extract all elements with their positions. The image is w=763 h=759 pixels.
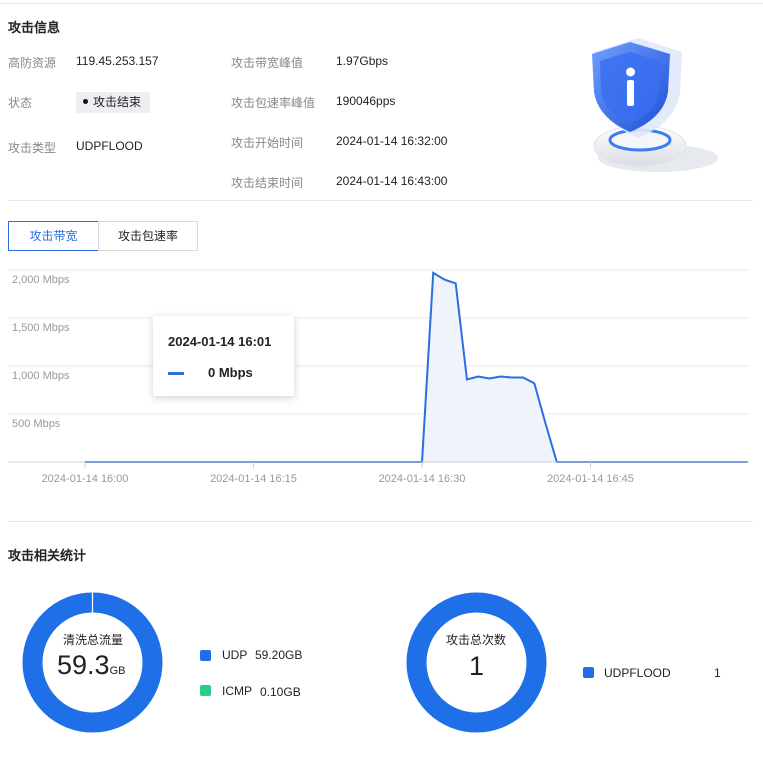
peak-bandwidth-value: 1.97Gbps bbox=[336, 54, 389, 68]
status-text: 攻击结束 bbox=[93, 95, 142, 109]
status-dot-icon bbox=[83, 99, 88, 105]
peak-bandwidth-label: 攻击带宽峰值 bbox=[231, 56, 304, 70]
stats-title: 攻击相关统计 bbox=[8, 548, 87, 563]
x-tick-label: 2024-01-14 16:00 bbox=[42, 473, 129, 485]
status-badge: 攻击结束 bbox=[76, 92, 150, 113]
attack-type-value: UDPFLOOD bbox=[76, 139, 143, 153]
count-donut-label: 攻击总次数 bbox=[445, 633, 506, 647]
attack-info-title: 攻击信息 bbox=[8, 20, 61, 35]
chart-tabs: 攻击带宽 攻击包速率 bbox=[8, 221, 198, 251]
chart-tooltip: 2024-01-14 16:01 0 Mbps bbox=[153, 316, 294, 396]
top-border bbox=[0, 3, 763, 4]
legend-udp-swatch bbox=[200, 650, 211, 661]
legend-icmp-value: 0.10GB bbox=[260, 685, 301, 699]
start-time-label: 攻击开始时间 bbox=[231, 136, 304, 150]
traffic-total-unit: GB bbox=[109, 665, 126, 677]
legend-udp-value: 59.20GB bbox=[255, 648, 303, 662]
y-tick-label: 2,000 Mbps bbox=[12, 274, 70, 286]
tooltip-value: 0 Mbps bbox=[208, 365, 253, 380]
start-time-value: 2024-01-14 16:32:00 bbox=[336, 134, 448, 148]
legend-udpflood-value: 1 bbox=[714, 666, 721, 680]
section-divider-2 bbox=[8, 521, 753, 522]
legend-icmp-swatch bbox=[200, 685, 211, 696]
end-time-value: 2024-01-14 16:43:00 bbox=[336, 174, 448, 188]
legend-udpflood-swatch bbox=[583, 667, 594, 678]
tooltip-time: 2024-01-14 16:01 bbox=[168, 334, 272, 349]
bandwidth-chart: 2,000 Mbps 1,500 Mbps 1,000 Mbps 500 Mbps 20… bbox=[8, 269, 749, 485]
x-tick-label: 2024-01-14 16:30 bbox=[379, 473, 466, 485]
traffic-donut-label: 清洗总流量 bbox=[62, 633, 123, 647]
resource-label: 高防资源 bbox=[8, 56, 57, 70]
tab-attack-bandwidth[interactable]: 攻击带宽 bbox=[8, 221, 99, 251]
x-tick-label: 2024-01-14 16:45 bbox=[547, 473, 634, 485]
count-total-value: 1 bbox=[469, 651, 485, 681]
legend-udp-name: UDP bbox=[222, 648, 248, 662]
section-divider bbox=[8, 200, 753, 201]
tooltip-series-marker bbox=[168, 372, 184, 375]
legend-icmp-name: ICMP bbox=[222, 684, 252, 698]
legend-udpflood-name: UDPFLOOD bbox=[604, 666, 671, 680]
peak-pps-label: 攻击包速率峰值 bbox=[231, 96, 316, 110]
status-label: 状态 bbox=[8, 96, 33, 110]
x-tick-label: 2024-01-14 16:15 bbox=[210, 473, 297, 485]
resource-value: 119.45.253.157 bbox=[76, 54, 159, 68]
traffic-total-number: 59.3 bbox=[57, 650, 110, 680]
shield-illustration-icon bbox=[592, 38, 718, 172]
y-tick-label: 1,000 Mbps bbox=[12, 370, 70, 382]
end-time-label: 攻击结束时间 bbox=[231, 176, 304, 190]
y-tick-label: 1,500 Mbps bbox=[12, 322, 70, 334]
peak-pps-value: 190046pps bbox=[336, 94, 396, 108]
tab-attack-pps[interactable]: 攻击包速率 bbox=[98, 221, 198, 251]
y-tick-label: 500 Mbps bbox=[12, 418, 61, 430]
traffic-total-value: 59.3GB bbox=[57, 650, 125, 681]
attack-type-label: 攻击类型 bbox=[8, 141, 57, 155]
